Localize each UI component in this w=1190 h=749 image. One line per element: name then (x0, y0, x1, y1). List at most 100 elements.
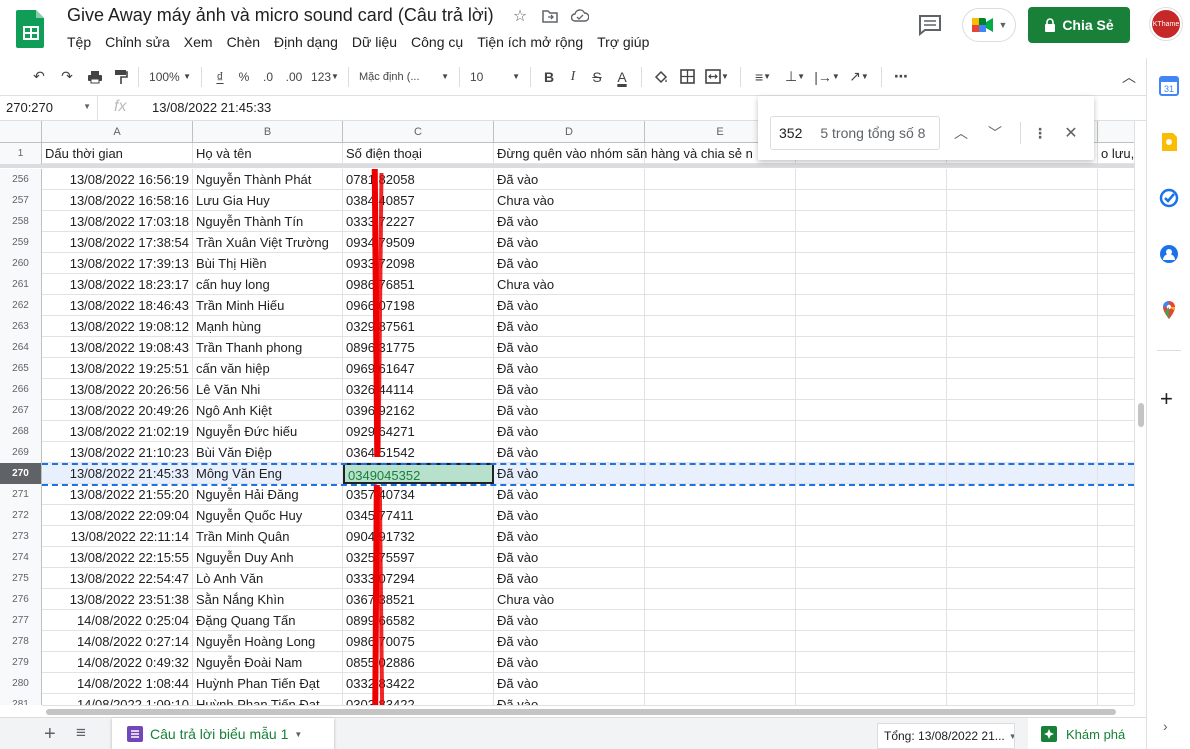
column-header-c[interactable]: C (343, 121, 494, 143)
cell-g[interactable] (947, 253, 1098, 274)
cell-group-status[interactable]: Đã vào (494, 442, 645, 463)
row-number[interactable]: 257 (0, 190, 42, 211)
cell-g[interactable] (947, 463, 1098, 484)
font-select[interactable]: Mặc định (... ▼ (355, 63, 453, 91)
cell-f[interactable] (796, 589, 947, 610)
cell-phone[interactable]: 0333 72227 (343, 211, 494, 232)
name-box[interactable]: 270:270 ▼ (0, 96, 98, 120)
cell-timestamp[interactable]: 13/08/2022 23:51:38 (42, 589, 193, 610)
cell-phone[interactable]: 0345 77411 (343, 505, 494, 526)
header-cell-b[interactable]: Họ và tên (193, 143, 343, 164)
more-options-icon[interactable]: ⋯ (888, 63, 914, 91)
cell-timestamp[interactable]: 13/08/2022 22:54:47 (42, 568, 193, 589)
cell-f[interactable] (796, 379, 947, 400)
row-number[interactable]: 270 (0, 463, 42, 484)
cell-e[interactable] (645, 568, 796, 589)
cell-e[interactable] (645, 463, 796, 484)
cell-g[interactable] (947, 484, 1098, 505)
row-number[interactable]: 281 (0, 694, 42, 705)
cell-group-status[interactable]: Đã vào (494, 169, 645, 190)
cell-group-status[interactable]: Đã vào (494, 379, 645, 400)
cell-e[interactable] (645, 358, 796, 379)
row-number[interactable]: 261 (0, 274, 42, 295)
cell-g[interactable] (947, 337, 1098, 358)
zoom-select[interactable]: 100% ▼ (145, 63, 195, 91)
header-cell-a[interactable]: Dấu thời gian (42, 143, 193, 164)
cell-e[interactable] (645, 631, 796, 652)
cell-group-status[interactable]: Đã vào (494, 652, 645, 673)
cell-phone[interactable]: 0364 51542 (343, 442, 494, 463)
cloud-status-icon[interactable] (570, 6, 590, 26)
cell-h[interactable] (1098, 211, 1134, 232)
cell-group-status[interactable]: Đã vào (494, 547, 645, 568)
cell-name[interactable]: Lê Văn Nhi (193, 379, 343, 400)
row-number[interactable]: 262 (0, 295, 42, 316)
row-number[interactable]: 278 (0, 631, 42, 652)
cell-timestamp[interactable]: 13/08/2022 17:03:18 (42, 211, 193, 232)
fill-color-icon[interactable] (648, 63, 674, 91)
vertical-align-icon[interactable]: ⊥ ▼ (779, 63, 811, 91)
text-color-button[interactable]: A (609, 63, 635, 91)
cell-h[interactable] (1098, 442, 1134, 463)
cell-timestamp[interactable]: 13/08/2022 21:55:20 (42, 484, 193, 505)
cell-g[interactable] (947, 190, 1098, 211)
cell-e[interactable] (645, 421, 796, 442)
text-rotation-icon[interactable]: ↗ ▼ (843, 63, 875, 91)
cell-timestamp[interactable]: 13/08/2022 17:38:54 (42, 232, 193, 253)
row-number[interactable]: 274 (0, 547, 42, 568)
row-number[interactable]: 260 (0, 253, 42, 274)
cell-phone[interactable]: 0966 07198 (343, 295, 494, 316)
cell-group-status[interactable]: Chưa vào (494, 190, 645, 211)
cell-e[interactable] (645, 673, 796, 694)
row-number[interactable]: 268 (0, 421, 42, 442)
cell-group-status[interactable]: Đã vào (494, 232, 645, 253)
menu-data[interactable]: Dữ liệu (345, 32, 404, 52)
merge-cells-icon[interactable]: ▼ (700, 63, 734, 91)
cell-phone[interactable]: 0326 44114 (343, 379, 494, 400)
cell-e[interactable] (645, 211, 796, 232)
cell-phone[interactable]: 0929 64271 (343, 421, 494, 442)
cell-g[interactable] (947, 568, 1098, 589)
cell-name[interactable]: Lưu Gia Huy (193, 190, 343, 211)
cell-name[interactable]: Nguyễn Hoàng Long (193, 631, 343, 652)
cell-e[interactable] (645, 589, 796, 610)
cell-name[interactable]: Nguyễn Thành Tín (193, 211, 343, 232)
cell-timestamp[interactable]: 14/08/2022 1:09:10 (42, 694, 193, 705)
strikethrough-button[interactable]: S (585, 63, 609, 91)
cell-h[interactable] (1098, 232, 1134, 253)
vertical-scroll-thumb[interactable] (1138, 403, 1144, 427)
select-all-corner[interactable] (0, 121, 42, 143)
cell-group-status[interactable]: Đã vào (494, 316, 645, 337)
cell-group-status[interactable]: Đã vào (494, 253, 645, 274)
row-number[interactable]: 256 (0, 169, 42, 190)
cell-g[interactable] (947, 505, 1098, 526)
cell-e[interactable] (645, 253, 796, 274)
row-number[interactable]: 265 (0, 358, 42, 379)
cell-group-status[interactable]: Đã vào (494, 358, 645, 379)
cell-e[interactable] (645, 526, 796, 547)
tasks-icon[interactable] (1159, 188, 1179, 208)
menu-edit[interactable]: Chỉnh sửa (98, 32, 177, 52)
cell-timestamp[interactable]: 13/08/2022 20:26:56 (42, 379, 193, 400)
sheet-tab[interactable]: Câu trả lời biểu mẫu 1 ▼ (112, 718, 334, 749)
vertical-scrollbar[interactable] (1134, 121, 1146, 705)
cell-g[interactable] (947, 274, 1098, 295)
cell-name[interactable]: Bùi Văn Điệp (193, 442, 343, 463)
borders-icon[interactable] (674, 63, 700, 91)
undo-icon[interactable]: ↶ (28, 63, 50, 91)
comment-history-icon[interactable] (917, 14, 943, 36)
cell-name[interactable]: Nguyễn Đức hiếu (193, 421, 343, 442)
cell-phone[interactable]: 0349045352 (343, 463, 494, 484)
contacts-icon[interactable] (1159, 244, 1179, 264)
cell-name[interactable]: Trần Thanh phong (193, 337, 343, 358)
cell-phone[interactable]: 0855 02886 (343, 652, 494, 673)
cell-h[interactable] (1098, 505, 1134, 526)
cell-h[interactable] (1098, 379, 1134, 400)
cell-f[interactable] (796, 442, 947, 463)
avatar[interactable]: KThame (1150, 8, 1182, 40)
cell-name[interactable]: Huỳnh Phan Tiến Đạt (193, 694, 343, 705)
redo-icon[interactable]: ↷ (56, 63, 78, 91)
cell-h[interactable] (1098, 274, 1134, 295)
cell-f[interactable] (796, 631, 947, 652)
row-number[interactable]: 263 (0, 316, 42, 337)
